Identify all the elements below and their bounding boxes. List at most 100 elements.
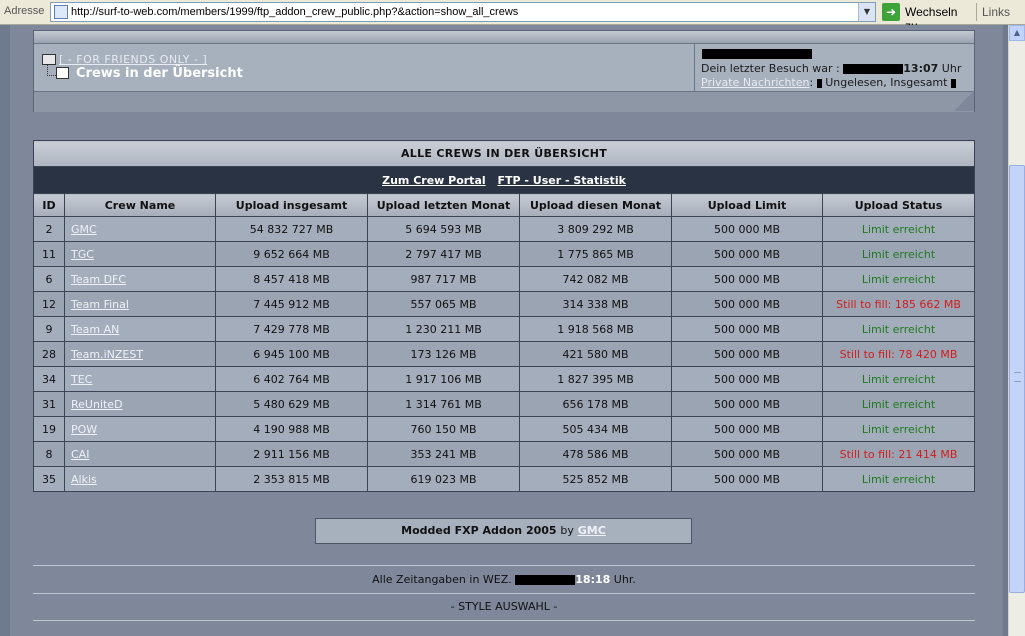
table-row: 11 TGC 9 652 664 MB 2 797 417 MB 1 775 865 M… [33,241,975,267]
cell-upload-total-text: 8 457 418 MB [253,272,330,286]
cell-upload-status: Still to fill: 21 414 MB [822,441,975,467]
home-icon [56,67,69,79]
cell-upload-last-month: 173 126 MB [367,341,520,367]
cell-upload-this-month-text: 505 434 MB [562,422,629,436]
links-button[interactable]: Links [982,5,1010,19]
tree-line [47,65,56,76]
cell-upload-this-month-text: 525 852 MB [562,472,629,486]
cell-id-text: 28 [42,347,56,361]
address-label: Adresse [4,5,45,17]
footer-divider-2 [33,593,975,594]
scroll-thumb[interactable] [1009,165,1025,593]
crew-link[interactable]: Team AN [65,323,215,336]
table-row: 19 POW 4 190 988 MB 760 150 MB 505 434 MB 500… [33,416,975,442]
cell-upload-last-month-text: 987 717 MB [410,272,477,286]
cell-upload-last-month: 5 694 593 MB [367,216,520,242]
crew-link[interactable]: POW [65,423,215,436]
last-visit-time: 13:07 [903,62,939,75]
table-row: 28 Team.iNZEST 6 945 100 MB 173 126 MB 421 5… [33,341,975,367]
cell-upload-limit-text: 500 000 MB [713,347,781,361]
cell-id: 11 [33,241,65,267]
redacted-unread-count [816,78,822,88]
breadcrumb-friends-link[interactable]: [ - FOR FRIENDS ONLY - ] [59,53,207,66]
timezone-prefix: Alle Zeitangaben in WEZ. [372,573,512,586]
cell-upload-last-month-text: 5 694 593 MB [405,222,482,236]
toolbar-separator [976,3,977,21]
cell-id: 34 [33,366,65,392]
crew-link[interactable]: Team.iNZEST [65,348,215,361]
col-header-crew-name: Crew Name [64,193,216,217]
crew-portal-link[interactable]: Zum Crew Portal [382,174,486,187]
redacted-username [702,49,812,59]
chevron-down-icon[interactable]: ▼ [858,3,875,21]
cell-upload-this-month: 478 586 MB [519,441,672,467]
cell-upload-total-text: 7 429 778 MB [253,322,330,336]
url-text[interactable]: http://surf-to-web.com/members/1999/ftp_… [71,6,518,18]
cell-upload-this-month-text: 3 809 292 MB [557,222,634,236]
cell-upload-last-month: 557 065 MB [367,291,520,317]
cell-upload-last-month-text: 1 917 106 MB [405,372,482,386]
last-visit-prefix: Dein letzter Besuch war : [701,62,840,75]
col-header-upload-last-month: Upload letzten Monat [367,193,520,217]
url-input[interactable]: http://surf-to-web.com/members/1999/ftp_… [50,2,876,22]
cell-upload-total: 2 911 156 MB [215,441,368,467]
crew-link[interactable]: Team Final [65,298,215,311]
redacted-total-count [950,78,956,88]
crews-table: ALLE CREWS IN DER ÜBERSICHT Zum Crew Por… [33,140,975,492]
cell-upload-limit-text: 500 000 MB [713,222,781,236]
cell-upload-total: 8 457 418 MB [215,266,368,292]
cell-crew-name: Team Final [64,291,216,317]
table-row: 35 Alkis 2 353 815 MB 619 023 MB 525 852 MB 5… [33,466,975,492]
table-row: 2 GMC 54 832 727 MB 5 694 593 MB 3 809 292 M… [33,216,975,242]
crew-link[interactable]: Team DFC [65,273,215,286]
cell-upload-this-month: 3 809 292 MB [519,216,672,242]
go-arrow-icon[interactable]: ➜ [882,3,900,21]
cell-upload-limit: 500 000 MB [671,441,823,467]
table-row: 9 Team AN 7 429 778 MB 1 230 211 MB 1 918 56… [33,316,975,342]
cell-upload-limit: 500 000 MB [671,216,823,242]
credits-box: Modded FXP Addon 2005 by GMC [315,518,692,544]
vertical-scrollbar[interactable]: ▲ [1008,25,1025,636]
cell-upload-this-month-text: 1 775 865 MB [557,247,634,261]
crew-link[interactable]: TEC [65,373,215,386]
crew-link[interactable]: TGC [65,248,215,261]
cell-upload-limit: 500 000 MB [671,241,823,267]
table-row: 34 TEC 6 402 764 MB 1 917 106 MB 1 827 395 M… [33,366,975,392]
header-top-bar [34,31,974,44]
cell-upload-this-month-text: 478 586 MB [562,447,629,461]
cell-id: 12 [33,291,65,317]
cell-upload-status: Still to fill: 185 662 MB [822,291,975,317]
private-messages-info: Private Nachrichten: Ungelesen, Insgesam… [701,76,956,89]
cell-upload-this-month-text: 742 082 MB [562,272,629,286]
ftp-user-stats-link[interactable]: FTP - User - Statistik [497,174,625,187]
cell-upload-this-month-text: 1 918 568 MB [557,322,634,336]
cell-upload-limit-text: 500 000 MB [713,397,781,411]
cell-upload-last-month-text: 1 314 761 MB [405,397,482,411]
cell-upload-total-text: 9 652 664 MB [253,247,330,261]
cell-upload-status-text: Limit erreicht [861,397,936,411]
col-header-upload-status: Upload Status [822,193,975,217]
cell-id: 19 [33,416,65,442]
crew-link[interactable]: ReUniteD [65,398,215,411]
cell-upload-total: 5 480 629 MB [215,391,368,417]
crew-link[interactable]: CAI [65,448,215,461]
cell-upload-status: Still to fill: 78 420 MB [822,341,975,367]
scroll-up-icon[interactable]: ▲ [1009,25,1025,41]
cell-upload-last-month-text: 1 230 211 MB [405,322,482,336]
current-time: 18:18 [575,573,611,586]
go-button[interactable]: ➜ Wechseln zu [882,2,972,33]
cell-upload-last-month-text: 353 241 MB [410,447,477,461]
credits-author-link[interactable]: GMC [578,524,606,537]
redacted-date [843,64,904,74]
cell-upload-last-month: 619 023 MB [367,466,520,492]
timezone-suffix: Uhr. [613,573,636,586]
cell-upload-limit-text: 500 000 MB [713,322,781,336]
crew-link[interactable]: GMC [65,223,215,236]
cell-id-text: 31 [42,397,56,411]
crew-link[interactable]: Alkis [65,473,215,486]
private-messages-link[interactable]: Private Nachrichten [701,76,810,89]
cell-crew-name: Alkis [64,466,216,492]
cell-upload-total-text: 2 911 156 MB [253,447,330,461]
style-select-label[interactable]: - STYLE AUSWAHL - [33,600,975,613]
cell-id-text: 12 [42,297,56,311]
